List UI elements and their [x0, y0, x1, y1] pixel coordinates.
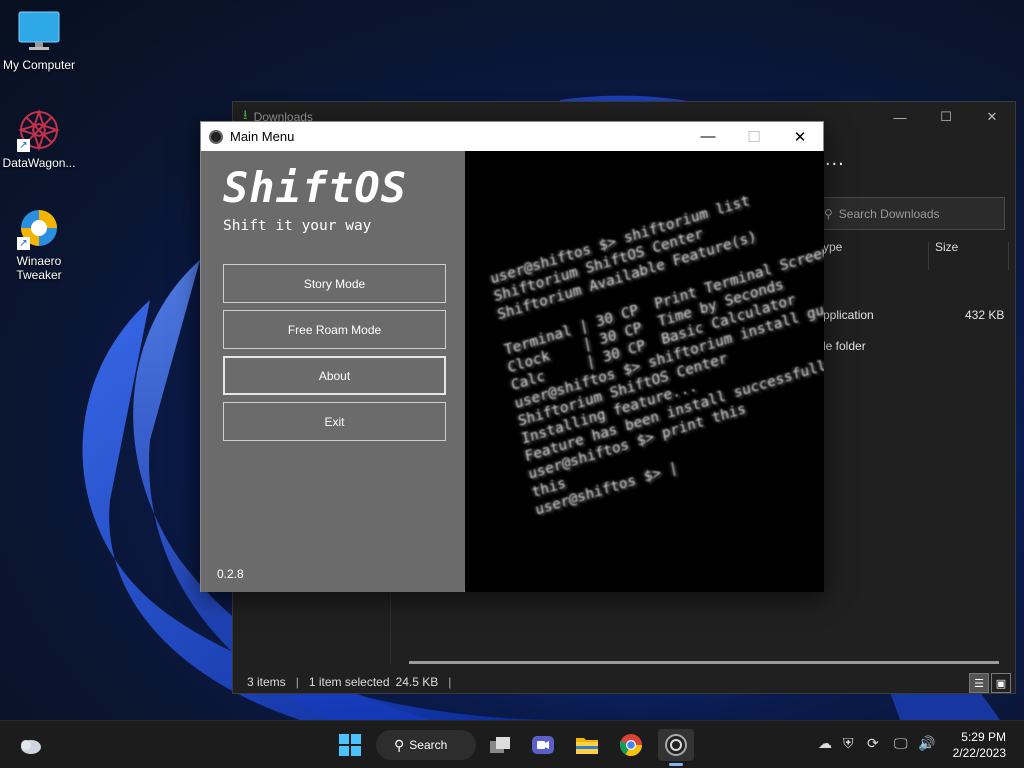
- selection-size: 24.5 KB: [395, 675, 439, 689]
- datawagon-icon: ↗: [17, 108, 61, 152]
- meet-icon: [532, 736, 554, 754]
- minimize-button[interactable]: —: [685, 122, 731, 151]
- item-count: 3 items: [247, 675, 286, 689]
- version-label: 0.2.8: [217, 567, 244, 581]
- search-placeholder: Search Downloads: [838, 206, 940, 221]
- shiftos-taskbar-button[interactable]: [658, 729, 694, 766]
- exit-button[interactable]: Exit: [223, 402, 446, 441]
- shortcut-arrow-icon: ↗: [17, 139, 30, 152]
- search-input[interactable]: ⚲ Search Downloads: [813, 197, 1005, 230]
- desktop-icon-datawagon[interactable]: ↗ DataWagon...: [0, 108, 78, 170]
- volume-icon[interactable]: 🔊: [918, 735, 935, 752]
- cloud-off-icon[interactable]: ☁: [818, 735, 832, 752]
- menu-panel: ShiftOS Shift it your way Story Mode Fre…: [201, 151, 464, 592]
- column-header-type[interactable]: ype: [823, 240, 842, 254]
- explorer-window-controls: — ☐ ✕: [877, 102, 1015, 132]
- navigation-pane[interactable]: [233, 592, 391, 664]
- horizontal-scrollbar[interactable]: [409, 661, 999, 664]
- tagline: Shift it your way: [223, 218, 372, 234]
- more-options-button[interactable]: ...: [825, 148, 845, 171]
- monitor-icon: [17, 10, 61, 54]
- taskbar-search-button[interactable]: ⚲ Search: [376, 730, 476, 760]
- shiftos-app-icon: [209, 129, 223, 144]
- desktop-icon-label: My Computer: [2, 58, 76, 72]
- window-title: Main Menu: [230, 129, 295, 144]
- free-roam-mode-button[interactable]: Free Roam Mode: [223, 310, 446, 349]
- column-divider[interactable]: [928, 242, 929, 270]
- minimize-button[interactable]: —: [877, 102, 923, 132]
- terminal-text: user@shiftos $> shiftorium list Shiftoriu…: [489, 171, 824, 519]
- desktop-icon-label: Winaero Tweaker: [16, 254, 62, 282]
- winaero-tweaker-icon: ↗: [17, 206, 61, 250]
- task-view-button[interactable]: [484, 729, 516, 761]
- network-icon[interactable]: 🖵: [894, 735, 908, 752]
- search-icon: ⚲: [394, 736, 405, 753]
- view-switcher: ☰ ▣: [969, 673, 1011, 693]
- chrome-button[interactable]: [615, 729, 647, 761]
- shiftos-main-menu-window[interactable]: Main Menu — ☐ ✕ ShiftOS Shift it your wa…: [200, 121, 824, 592]
- sync-icon[interactable]: ⟳: [867, 735, 879, 752]
- file-row-type[interactable]: pplication: [823, 308, 874, 322]
- start-button[interactable]: [334, 729, 366, 761]
- clock-time: 5:29 PM: [961, 730, 1006, 744]
- shiftos-logo: ShiftOS: [223, 163, 408, 212]
- file-explorer-icon: [576, 738, 598, 754]
- close-button[interactable]: ✕: [777, 122, 823, 151]
- shiftos-window-controls: — ☐ ✕: [685, 122, 823, 151]
- shiftos-titlebar[interactable]: Main Menu — ☐ ✕: [201, 122, 823, 151]
- desktop-icon-label: DataWagon...: [2, 156, 76, 170]
- cloud-icon: [21, 740, 41, 754]
- chrome-icon: [620, 734, 642, 756]
- file-explorer-button[interactable]: [571, 729, 603, 761]
- search-icon: ⚲: [824, 206, 833, 221]
- clock[interactable]: 5:29 PM 2/22/2023: [953, 729, 1006, 761]
- details-view-icon[interactable]: ☰: [969, 673, 989, 693]
- status-divider: |: [295, 675, 299, 689]
- meet-button[interactable]: [527, 729, 559, 761]
- start-icon: [339, 734, 361, 756]
- story-mode-button[interactable]: Story Mode: [223, 264, 446, 303]
- terminal-preview: user@shiftos $> shiftorium list Shiftoriu…: [465, 151, 824, 592]
- taskbar: ⚲ Search ☁ ⛨ ⟳ 🖵 🔊 5:29 PM 2/22/2023: [0, 720, 1024, 768]
- shiftos-icon: [665, 734, 687, 756]
- column-divider[interactable]: [1008, 242, 1009, 270]
- maximize-button: ☐: [747, 128, 761, 146]
- desktop-icon-winaero-tweaker[interactable]: ↗ Winaero Tweaker: [0, 206, 78, 282]
- task-view-icon: [490, 737, 510, 753]
- about-button[interactable]: About: [223, 356, 446, 395]
- file-row-type[interactable]: le folder: [823, 339, 866, 353]
- maximize-button[interactable]: ☐: [923, 102, 969, 132]
- weather-widget[interactable]: [14, 729, 46, 761]
- tiles-view-icon[interactable]: ▣: [991, 673, 1011, 693]
- column-header-size[interactable]: Size: [935, 240, 958, 254]
- security-icon[interactable]: ⛨: [843, 735, 854, 752]
- taskbar-search-label: Search: [409, 738, 448, 752]
- file-row-size[interactable]: 432 KB: [965, 308, 1004, 322]
- desktop-icon-my-computer[interactable]: My Computer: [0, 10, 78, 72]
- clock-date: 2/22/2023: [952, 746, 1006, 760]
- selection-count: 1 item selected: [308, 675, 390, 689]
- shortcut-arrow-icon: ↗: [17, 237, 30, 250]
- status-divider: |: [448, 675, 452, 689]
- status-bar: 3 items | 1 item selected 24.5 KB |: [233, 670, 1015, 694]
- close-button[interactable]: ✕: [969, 102, 1015, 132]
